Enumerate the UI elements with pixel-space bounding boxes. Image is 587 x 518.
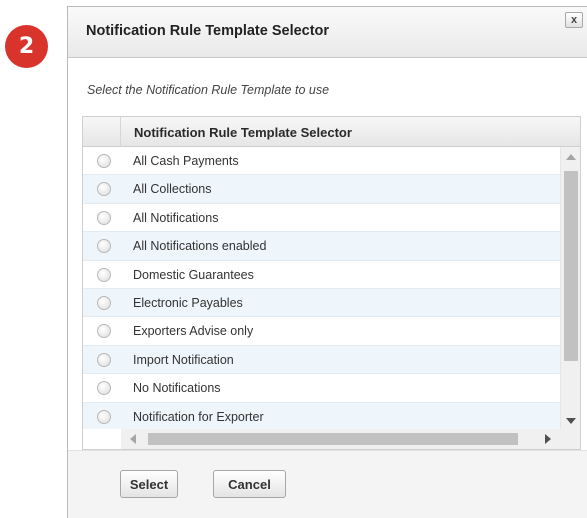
table-row[interactable]: Import Notification <box>83 345 560 375</box>
instruction-text: Select the Notification Rule Template to… <box>87 83 330 97</box>
scroll-right-arrow-icon[interactable] <box>545 434 551 444</box>
step-number-badge: 2 <box>5 25 48 68</box>
table-row[interactable]: No Notifications <box>83 374 560 403</box>
scroll-down-arrow-icon[interactable] <box>566 418 576 424</box>
table-row[interactable]: All Cash Payments <box>83 147 560 176</box>
row-label: Domestic Guarantees <box>133 267 254 282</box>
radio-button[interactable] <box>97 210 111 225</box>
close-button[interactable]: x <box>565 12 583 28</box>
dialog-header: Notification Rule Template Selector x <box>68 7 587 58</box>
row-label: Electronic Payables <box>133 295 243 310</box>
horizontal-scroll-thumb[interactable] <box>148 433 518 445</box>
table-row[interactable]: Domestic Guarantees <box>83 261 560 289</box>
row-label: All Notifications <box>133 210 219 225</box>
row-label: All Collections <box>133 182 212 197</box>
radio-button[interactable] <box>97 409 111 424</box>
horizontal-scrollbar[interactable] <box>121 429 560 449</box>
dialog-title: Notification Rule Template Selector <box>86 23 330 39</box>
grid-rows: All Cash Payments All Collections All No… <box>83 147 560 431</box>
vertical-scrollbar[interactable] <box>560 147 580 431</box>
table-row[interactable]: All Notifications <box>83 204 560 233</box>
selection-column-header <box>83 117 121 147</box>
scrollbar-corner <box>560 429 580 449</box>
radio-button[interactable] <box>97 154 111 168</box>
row-label: Import Notification <box>133 352 234 367</box>
table-row[interactable]: All Collections <box>83 175 560 204</box>
template-selector-dialog: Notification Rule Template Selector x Se… <box>67 6 587 518</box>
radio-button[interactable] <box>97 295 111 310</box>
radio-button[interactable] <box>97 324 111 339</box>
row-label: All Cash Payments <box>133 154 239 168</box>
radio-button[interactable] <box>97 381 111 396</box>
column-header-name[interactable]: Notification Rule Template Selector <box>134 125 352 140</box>
table-row[interactable]: Notification for Exporter <box>83 402 560 431</box>
row-label: Notification for Exporter <box>133 409 264 424</box>
scroll-up-arrow-icon[interactable] <box>566 154 576 160</box>
scroll-left-arrow-icon[interactable] <box>130 434 136 444</box>
row-label: All Notifications enabled <box>133 239 267 254</box>
select-button[interactable]: Select <box>120 470 178 498</box>
radio-button[interactable] <box>97 182 111 197</box>
cancel-button[interactable]: Cancel <box>213 470 286 498</box>
table-row[interactable]: All Notifications enabled <box>83 232 560 261</box>
radio-button[interactable] <box>97 267 111 282</box>
row-label: Exporters Advise only <box>133 324 254 339</box>
radio-button[interactable] <box>97 352 111 367</box>
row-label: No Notifications <box>133 381 221 396</box>
dialog-footer: Select Cancel <box>68 450 587 518</box>
template-grid: Notification Rule Template Selector All … <box>82 116 581 450</box>
table-row[interactable]: Electronic Payables <box>83 288 560 318</box>
vertical-scroll-thumb[interactable] <box>564 171 578 361</box>
scrollbar-gutter <box>83 429 121 449</box>
table-row[interactable]: Exporters Advise only <box>83 317 560 346</box>
grid-header: Notification Rule Template Selector <box>83 117 580 147</box>
radio-button[interactable] <box>97 239 111 254</box>
